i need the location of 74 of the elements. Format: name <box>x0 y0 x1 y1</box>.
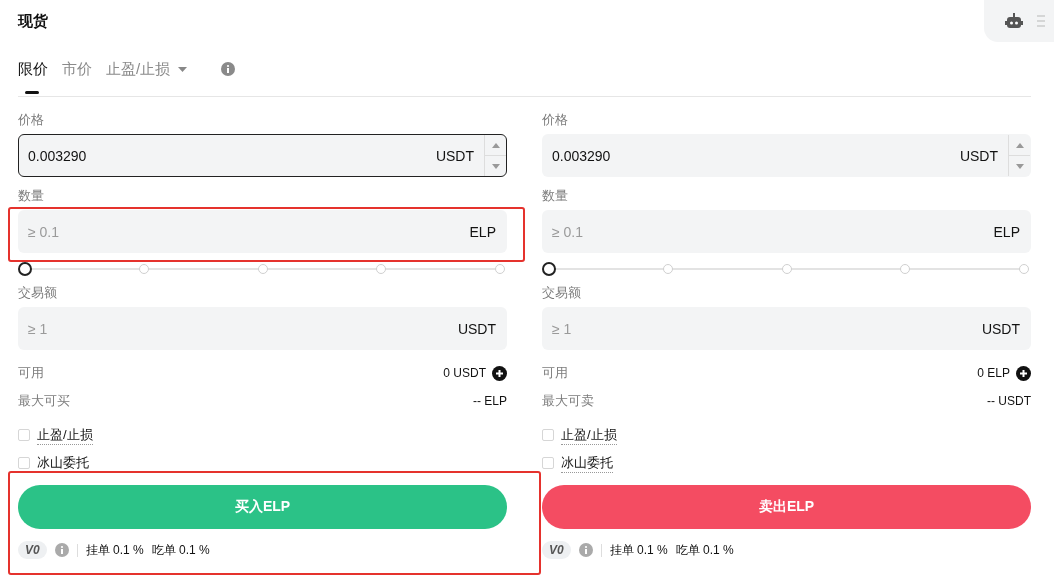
slider-step-dot[interactable] <box>257 264 268 274</box>
slider-step-dot[interactable] <box>495 264 505 274</box>
price-field[interactable]: 0.003290 USDT <box>18 134 507 177</box>
caret-down-icon <box>491 163 500 169</box>
quantity-label: 数量 <box>18 187 44 205</box>
amount-input[interactable]: ≥ 1 <box>19 308 448 349</box>
price-label: 价格 <box>542 111 568 129</box>
max-label: 最大可卖 <box>542 392 594 410</box>
unit-label: USDT <box>958 147 999 164</box>
slider-thumb[interactable] <box>18 262 32 276</box>
price-field[interactable]: 0.003290 USDT <box>542 134 1031 177</box>
info-icon[interactable] <box>221 62 236 76</box>
tier-badge: V0 <box>542 541 571 559</box>
slider-step-dot[interactable] <box>662 264 673 274</box>
slider[interactable] <box>542 262 1031 276</box>
slider-step-dot[interactable] <box>138 264 149 274</box>
panel-title: 现货 <box>18 12 48 31</box>
available-value: 0 ELP <box>977 366 1010 380</box>
tier-badge: V0 <box>18 541 47 559</box>
quantity-label: 数量 <box>542 187 568 205</box>
quantity-input[interactable]: ≥ 0.1 <box>543 211 984 252</box>
max-label: 最大可买 <box>18 392 70 410</box>
order-type-tab[interactable]: 限价 <box>18 42 48 96</box>
checkbox[interactable] <box>18 429 30 441</box>
side-tab[interactable] <box>984 0 1054 42</box>
checkbox[interactable] <box>542 457 554 469</box>
max-value: -- USDT <box>987 394 1031 408</box>
option-label: 冰山委托 <box>561 453 613 473</box>
maker-fee: 挂单 0.1 % <box>85 541 144 559</box>
slider-step-dot[interactable] <box>376 264 387 274</box>
price-input[interactable]: 0.003290 <box>543 135 950 176</box>
order-type-tab[interactable]: 止盈/止损 <box>106 42 188 96</box>
price-label: 价格 <box>18 111 44 129</box>
menu-icon[interactable] <box>1037 15 1045 27</box>
slider-step-dot[interactable] <box>900 264 911 274</box>
caret-up-icon <box>1015 142 1024 148</box>
taker-fee: 吃单 0.1 % <box>675 541 734 559</box>
unit-label: ELP <box>992 223 1021 240</box>
option-label: 止盈/止损 <box>37 425 93 445</box>
amount-label: 交易额 <box>542 284 581 302</box>
caret-down-icon <box>1015 163 1024 169</box>
add-icon[interactable] <box>492 365 507 381</box>
price-input[interactable]: 0.003290 <box>19 135 426 176</box>
option-label: 止盈/止损 <box>561 425 617 445</box>
unit-label: ELP <box>468 223 497 240</box>
info-icon[interactable] <box>54 543 69 557</box>
unit-label: USDT <box>434 147 475 164</box>
available-label: 可用 <box>542 364 568 382</box>
slider-step-dot[interactable] <box>1019 264 1029 274</box>
info-icon[interactable] <box>578 543 593 557</box>
add-icon[interactable] <box>1016 365 1031 381</box>
caret-up-icon <box>491 142 500 148</box>
unit-label: USDT <box>980 320 1021 337</box>
available-value: 0 USDT <box>443 366 486 380</box>
maker-fee: 挂单 0.1 % <box>609 541 668 559</box>
taker-fee: 吃单 0.1 % <box>151 541 210 559</box>
slider[interactable] <box>18 262 507 276</box>
amount-label: 交易额 <box>18 284 57 302</box>
amount-field[interactable]: ≥ 1 USDT <box>18 307 507 350</box>
amount-field[interactable]: ≥ 1 USDT <box>542 307 1031 350</box>
max-value: -- ELP <box>473 394 507 408</box>
quantity-input[interactable]: ≥ 0.1 <box>19 211 460 252</box>
amount-input[interactable]: ≥ 1 <box>543 308 972 349</box>
slider-step-dot[interactable] <box>781 264 792 274</box>
unit-label: USDT <box>456 320 497 337</box>
quantity-field[interactable]: ≥ 0.1 ELP <box>18 210 507 253</box>
quantity-field[interactable]: ≥ 0.1 ELP <box>542 210 1031 253</box>
checkbox[interactable] <box>18 457 30 469</box>
option-label: 冰山委托 <box>37 453 89 473</box>
slider-thumb[interactable] <box>542 262 556 276</box>
available-label: 可用 <box>18 364 44 382</box>
checkbox[interactable] <box>542 429 554 441</box>
order-type-tab[interactable]: 市价 <box>62 42 92 96</box>
robot-icon <box>1005 13 1023 29</box>
